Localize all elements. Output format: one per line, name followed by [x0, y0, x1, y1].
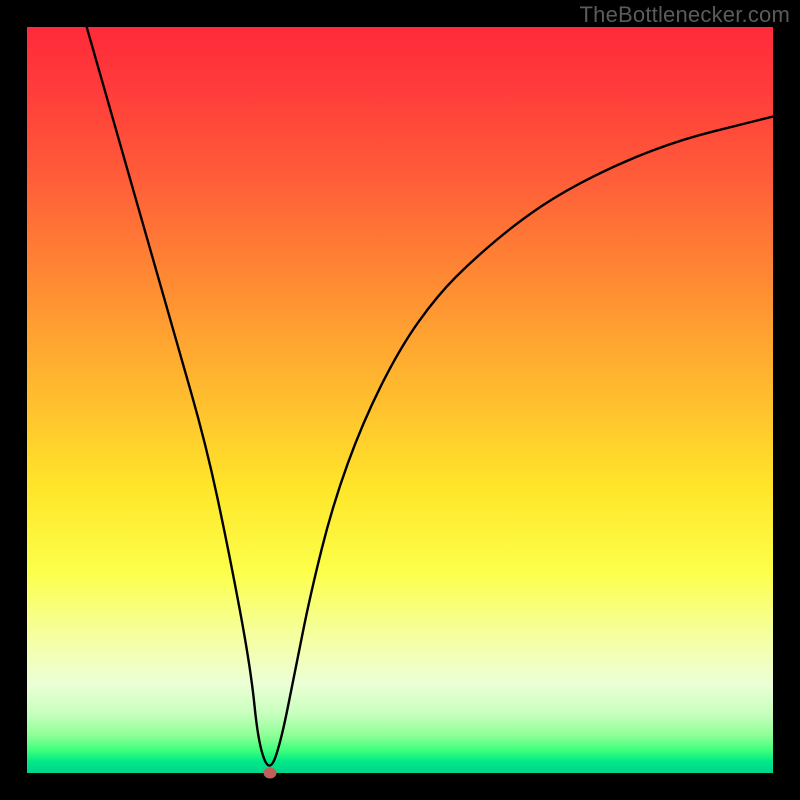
watermark-text: TheBottlenecker.com — [580, 2, 790, 28]
chart-frame: TheBottlenecker.com — [0, 0, 800, 800]
bottleneck-curve — [27, 27, 773, 773]
minimum-marker — [263, 768, 276, 779]
curve-path — [87, 27, 773, 766]
plot-area — [27, 27, 773, 773]
